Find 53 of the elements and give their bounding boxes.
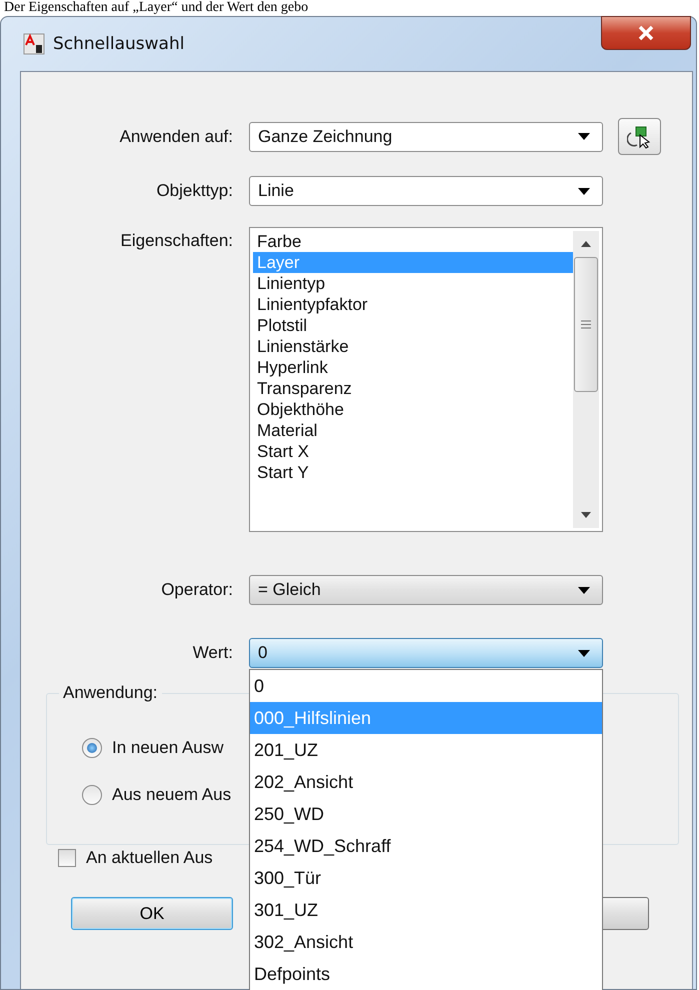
- dropdown-field[interactable]: Ganze Zeichnung: [249, 122, 603, 152]
- dropdown-option[interactable]: 300_Tür: [250, 862, 602, 894]
- ok-button[interactable]: OK: [71, 897, 233, 930]
- caret-icon: [578, 650, 590, 656]
- window-title: Schnellauswahl: [53, 34, 184, 54]
- dropdown-option[interactable]: 301_UZ: [250, 894, 602, 926]
- radio-label: Aus neuem Aus: [112, 784, 232, 804]
- dropdown-field[interactable]: = Gleich: [249, 575, 603, 605]
- list-item[interactable]: Farbe: [253, 231, 573, 252]
- group-title: Anwendung:: [59, 683, 162, 703]
- scrollbar[interactable]: [573, 231, 599, 528]
- dropdown-option[interactable]: 201_UZ: [250, 734, 602, 766]
- list-item[interactable]: Linienstärke: [253, 336, 573, 357]
- list-item[interactable]: Hyperlink: [253, 357, 573, 378]
- down-arrow-icon: [581, 512, 591, 518]
- list-item[interactable]: Linientyp: [253, 273, 573, 294]
- caret-icon: [578, 586, 590, 594]
- radio-button[interactable]: [82, 738, 102, 758]
- dropdown-option[interactable]: 0: [250, 670, 602, 702]
- radio-label: In neuen Ausw: [112, 738, 224, 758]
- dropdown-option[interactable]: 250_WD: [250, 798, 602, 830]
- list-item[interactable]: Objekthöhe: [253, 399, 573, 420]
- document-text: Der Eigenschaften auf „Layer“ und der Wert den gebo: [3, 0, 310, 16]
- dropdown-option[interactable]: 202_Ansicht: [250, 766, 602, 798]
- list-item[interactable]: Transparenz: [253, 378, 573, 399]
- app-logo-icon: [23, 33, 45, 55]
- field-label: Objekttyp:: [155, 181, 233, 201]
- list-item[interactable]: Plotstil: [253, 315, 573, 336]
- close-button[interactable]: [601, 16, 691, 50]
- checkbox[interactable]: [58, 848, 76, 866]
- grip-icon: [581, 320, 591, 329]
- dropdown-option[interactable]: Defpoints: [250, 958, 602, 990]
- dropdown-option[interactable]: 254_WD_Schraff: [250, 830, 602, 862]
- field-label: Operator:: [160, 580, 233, 600]
- list-item[interactable]: Linientypfaktor: [253, 294, 573, 315]
- list-item[interactable]: Start Y: [253, 462, 573, 483]
- field-label: Anwenden auf:: [118, 126, 233, 146]
- list-item[interactable]: Material: [253, 420, 573, 441]
- field-label: Eigenschaften:: [120, 230, 233, 251]
- up-arrow-icon: [581, 241, 591, 247]
- caret-icon: [578, 188, 590, 194]
- scrollbar-thumb[interactable]: [574, 257, 598, 392]
- dropdown-field[interactable]: 0: [249, 638, 603, 668]
- radio-button[interactable]: [82, 784, 102, 804]
- cursor-select-icon: [626, 124, 652, 148]
- select-objects-button[interactable]: [618, 118, 661, 155]
- field-label: Wert:: [192, 643, 233, 663]
- list-item[interactable]: Start X: [253, 441, 573, 462]
- dropdown-field[interactable]: Linie: [249, 176, 603, 206]
- close-icon: [636, 25, 656, 41]
- caret-icon: [578, 133, 590, 140]
- checkbox-label: An aktuellen Aus: [86, 848, 213, 868]
- dropdown-option[interactable]: 302_Ansicht: [250, 926, 602, 958]
